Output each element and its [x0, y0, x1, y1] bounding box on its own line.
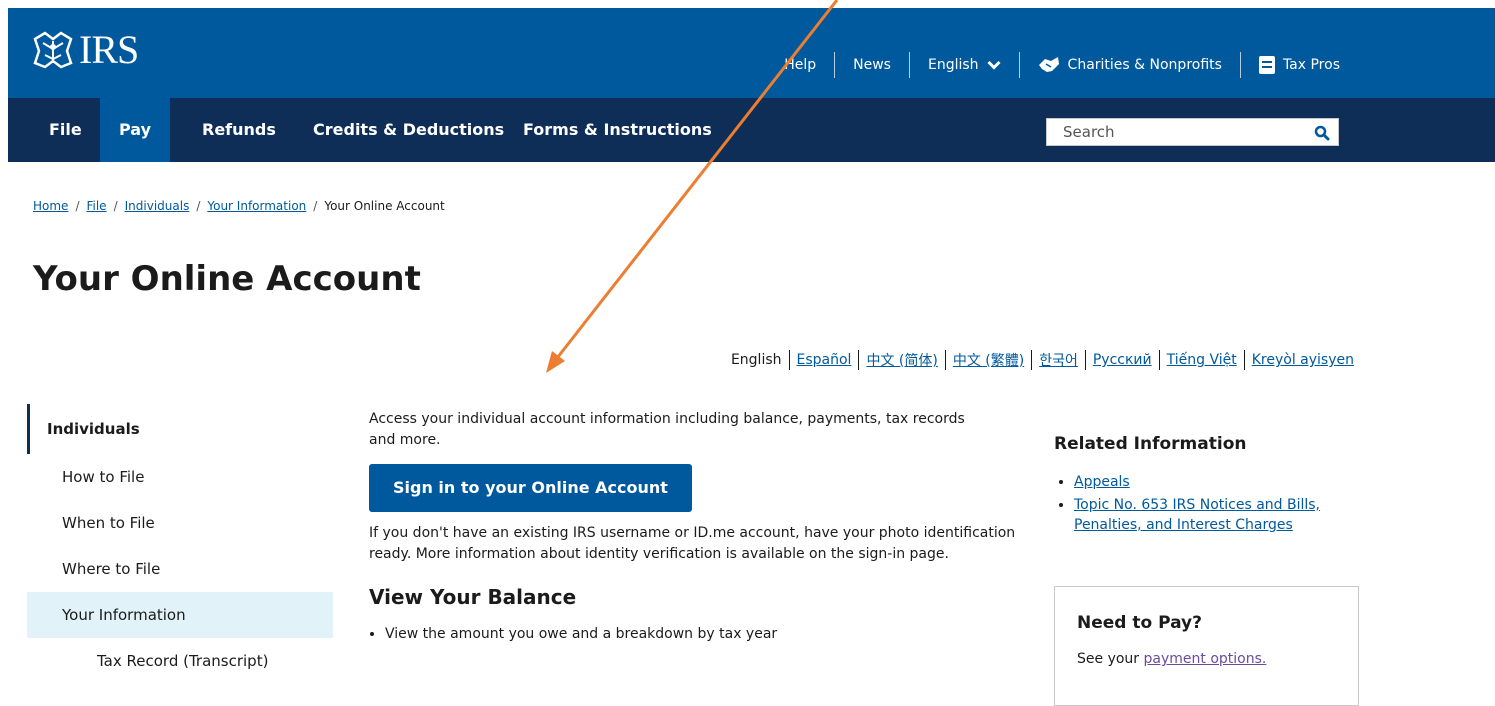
- breadcrumb-individuals[interactable]: Individuals: [125, 199, 190, 213]
- language-link-vietnamese[interactable]: Tiếng Việt: [1167, 352, 1237, 368]
- sidebar-item-your-information[interactable]: Your Information: [27, 592, 333, 638]
- related-links: Appeals Topic No. 653 IRS Notices and Bi…: [1054, 472, 1354, 535]
- search-input[interactable]: [1047, 119, 1313, 145]
- handshake-icon: [1038, 57, 1059, 72]
- language-divider: [944, 350, 946, 370]
- charities-nonprofits-link[interactable]: Charities & Nonprofits: [1038, 56, 1222, 74]
- list-item: Appeals: [1074, 472, 1354, 492]
- help-link[interactable]: Help: [784, 57, 816, 73]
- page-title: Your Online Account: [33, 259, 421, 299]
- news-link[interactable]: News: [853, 57, 891, 73]
- intro-text: Access your individual account informati…: [369, 411, 965, 448]
- view-balance-list: View the amount you owe and a breakdown …: [369, 624, 1019, 645]
- need-to-pay-box: Need to Pay? See your payment options.: [1054, 586, 1359, 706]
- nav-forms-instructions[interactable]: Forms & Instructions: [504, 98, 731, 162]
- breadcrumb-your-information[interactable]: Your Information: [207, 199, 306, 213]
- language-link-chinese-simplified[interactable]: 中文 (简体): [866, 350, 937, 370]
- utility-divider: [834, 52, 836, 78]
- tax-pros-label: Tax Pros: [1282, 57, 1340, 73]
- view-balance-heading: View Your Balance: [369, 585, 577, 609]
- charities-label: Charities & Nonprofits: [1067, 57, 1222, 73]
- breadcrumb-separator: /: [313, 199, 318, 213]
- header-top-bar: IRS Help News English Charities & Nonpro…: [8, 8, 1495, 98]
- related-heading: Related Information: [1054, 434, 1247, 454]
- related-link-topic-653[interactable]: Topic No. 653 IRS Notices and Bills, Pen…: [1074, 497, 1320, 533]
- search-button[interactable]: [1312, 123, 1332, 143]
- breadcrumb-separator: /: [113, 199, 118, 213]
- list-item: Topic No. 653 IRS Notices and Bills, Pen…: [1074, 495, 1354, 535]
- main-content: Access your individual account informati…: [369, 409, 1019, 645]
- sidebar-item-how-to-file[interactable]: How to File: [27, 454, 333, 500]
- language-link-spanish[interactable]: Español: [797, 352, 852, 368]
- nav-refunds[interactable]: Refunds: [183, 98, 295, 162]
- search-box: [1046, 118, 1339, 146]
- sidebar-item-tax-record[interactable]: Tax Record (Transcript): [27, 638, 333, 684]
- utility-divider: [908, 52, 910, 78]
- sidebar-item-when-to-file[interactable]: When to File: [27, 500, 333, 546]
- breadcrumb-home[interactable]: Home: [33, 199, 68, 213]
- utility-divider: [1239, 52, 1241, 78]
- irs-logo[interactable]: IRS: [31, 27, 139, 72]
- sign-in-note: If you don't have an existing IRS userna…: [369, 525, 1016, 562]
- language-selector: English Español 中文 (简体) 中文 (繁體) 한국어 Русс…: [731, 350, 1354, 370]
- breadcrumb-file[interactable]: File: [86, 199, 106, 213]
- language-divider: [1084, 350, 1086, 370]
- logo-text: IRS: [79, 27, 139, 72]
- language-dropdown[interactable]: English: [928, 57, 1001, 73]
- language-divider: [858, 350, 860, 370]
- language-current: English: [730, 352, 782, 368]
- breadcrumb-separator: /: [75, 199, 80, 213]
- document-icon: [1258, 56, 1275, 74]
- nav-pay[interactable]: Pay: [100, 98, 171, 162]
- utility-divider: [1018, 52, 1020, 78]
- related-link-appeals[interactable]: Appeals: [1074, 474, 1130, 490]
- language-link-russian[interactable]: Русский: [1093, 352, 1152, 368]
- sidebar-item-where-to-file[interactable]: Where to File: [27, 546, 333, 592]
- nav-file[interactable]: File: [30, 98, 101, 162]
- breadcrumb: Home / File / Individuals / Your Informa…: [33, 199, 445, 213]
- related-information: Related Information Appeals Topic No. 65…: [1054, 430, 1354, 538]
- help-label: Help: [784, 57, 817, 73]
- language-divider: [1243, 350, 1245, 370]
- irs-eagle-icon: [33, 31, 73, 69]
- language-link-haitian-creole[interactable]: Kreyòl ayisyen: [1252, 352, 1354, 368]
- language-link-korean[interactable]: 한국어: [1039, 350, 1078, 370]
- nav-credits-deductions[interactable]: Credits & Deductions: [294, 98, 523, 162]
- language-divider: [788, 350, 790, 370]
- breadcrumb-current: Your Online Account: [324, 199, 445, 213]
- news-label: News: [853, 57, 891, 73]
- language-label: English: [927, 57, 979, 73]
- sidebar-heading-individuals[interactable]: Individuals: [27, 404, 333, 454]
- annotation-arrow-head: [546, 351, 565, 373]
- language-divider: [1031, 350, 1033, 370]
- language-divider: [1158, 350, 1160, 370]
- breadcrumb-separator: /: [196, 199, 201, 213]
- need-to-pay-heading: Need to Pay?: [1077, 613, 1202, 633]
- need-to-pay-prefix: See your: [1077, 651, 1144, 667]
- need-to-pay-text: See your payment options.: [1077, 649, 1336, 669]
- payment-options-link[interactable]: payment options.: [1144, 651, 1267, 667]
- tax-pros-link[interactable]: Tax Pros: [1258, 56, 1340, 74]
- main-nav: File Pay Refunds Credits & Deductions Fo…: [8, 98, 1495, 162]
- sidebar-nav: Individuals How to File When to File Whe…: [27, 404, 333, 684]
- utility-nav: Help News English Charities & Nonprofits…: [784, 52, 1340, 78]
- search-icon: [1314, 125, 1330, 141]
- chevron-down-icon: [986, 60, 1001, 70]
- list-item: View the amount you owe and a breakdown …: [385, 624, 1019, 645]
- sign-in-button[interactable]: Sign in to your Online Account: [369, 464, 692, 512]
- language-link-chinese-traditional[interactable]: 中文 (繁體): [953, 350, 1024, 370]
